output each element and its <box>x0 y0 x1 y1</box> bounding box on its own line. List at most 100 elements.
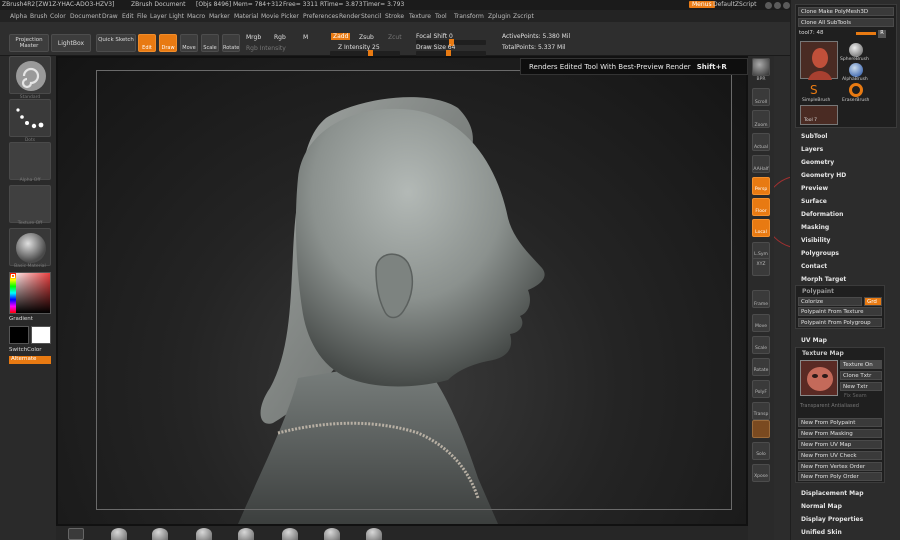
maximize-icon[interactable] <box>783 2 790 9</box>
menu-color[interactable]: Color <box>50 13 66 20</box>
menu-edit[interactable]: Edit <box>122 13 134 20</box>
clone-txtr-button[interactable]: Clone Txtr <box>840 371 882 380</box>
minimize-icon[interactable] <box>774 2 781 9</box>
main-color-swatch[interactable] <box>31 326 51 344</box>
bottom-brush-5[interactable] <box>238 528 254 540</box>
menu-light[interactable]: Light <box>169 13 184 20</box>
tool7-thumbnail[interactable] <box>800 41 838 80</box>
tray-surface[interactable]: Surface <box>801 198 827 205</box>
bottom-brush-3[interactable] <box>152 528 168 540</box>
zsub-toggle[interactable]: Zsub <box>359 34 374 41</box>
menu-macro[interactable]: Macro <box>187 13 205 20</box>
help-icon[interactable] <box>765 2 772 9</box>
polypaint-header[interactable]: Polypaint <box>802 288 834 295</box>
tray-contact[interactable]: Contact <box>801 263 827 270</box>
eraser-brush-icon[interactable] <box>849 83 863 97</box>
brush-thumbnail[interactable] <box>9 56 51 94</box>
switch-color-button[interactable]: SwitchColor <box>9 347 42 353</box>
material-thumbnail[interactable] <box>9 228 51 266</box>
new-txtr-button[interactable]: New Txtr <box>840 382 882 391</box>
menu-transform[interactable]: Transform <box>454 13 484 20</box>
menu-texture[interactable]: Texture <box>409 13 431 20</box>
sphere-brush-icon[interactable] <box>849 43 863 57</box>
menu-zscript[interactable]: Zscript <box>513 13 534 20</box>
bottom-brush-4[interactable] <box>196 528 212 540</box>
bpr-button[interactable] <box>752 58 770 76</box>
persp-button[interactable] <box>752 177 770 195</box>
new-from-uv-map-button[interactable]: New From UV Map <box>798 440 882 449</box>
alpha-brush-icon[interactable] <box>849 63 863 77</box>
solo-button[interactable] <box>752 442 770 460</box>
menu-material[interactable]: Material <box>234 13 258 20</box>
tray-unified-skin[interactable]: Unified Skin <box>801 529 842 536</box>
color-picker[interactable] <box>9 272 51 314</box>
tray-subtool[interactable]: SubTool <box>801 133 827 140</box>
menu-stroke[interactable]: Stroke <box>385 13 404 20</box>
polyf-button[interactable] <box>752 380 770 398</box>
quick-sketch-button[interactable]: Quick Sketch <box>96 34 136 52</box>
tool-slider[interactable] <box>856 32 876 35</box>
tray-geometry-hd[interactable]: Geometry HD <box>801 172 846 179</box>
tray-normal-map[interactable]: Normal Map <box>801 503 842 510</box>
grd-button[interactable]: Grd <box>864 297 882 306</box>
menu-layer[interactable]: Layer <box>150 13 167 20</box>
menu-file[interactable]: File <box>137 13 147 20</box>
menu-marker[interactable]: Marker <box>209 13 230 20</box>
stroke-thumbnail[interactable] <box>9 99 51 137</box>
menu-picker[interactable]: Picker <box>281 13 299 20</box>
bottom-brush-6[interactable] <box>282 528 298 540</box>
bottom-brush-1[interactable] <box>68 528 84 540</box>
tray-masking[interactable]: Masking <box>801 224 829 231</box>
menu-alpha[interactable]: Alpha <box>10 13 27 20</box>
menu-preferences[interactable]: Preferences <box>303 13 338 20</box>
polypaint-from-texture-button[interactable]: Polypaint From Texture <box>798 307 882 316</box>
polypaint-from-polygroup-button[interactable]: Polypaint From Polygroup <box>798 318 882 327</box>
move-view-button[interactable] <box>752 314 770 332</box>
rotate-view-button[interactable] <box>752 358 770 376</box>
zcut-toggle[interactable]: Zcut <box>388 34 402 41</box>
mrgb-toggle[interactable]: Mrgb <box>246 34 261 41</box>
bottom-brush-8[interactable] <box>366 528 382 540</box>
alternate-button[interactable]: Alternate <box>9 356 51 364</box>
menu-zplugin[interactable]: Zplugin <box>488 13 511 20</box>
rgb-toggle[interactable]: Rgb <box>274 34 286 41</box>
scale-button[interactable]: Scale <box>201 34 219 52</box>
texture-thumbnail-preview[interactable] <box>800 360 838 396</box>
rotate-button[interactable]: Rotate <box>222 34 240 52</box>
tray-displacement-map[interactable]: Displacement Map <box>801 490 864 497</box>
secondary-color-swatch[interactable] <box>9 326 29 344</box>
projection-master-button[interactable]: Projection Master <box>9 34 49 52</box>
clone-all-subtools-button[interactable]: Clone All SubTools <box>798 18 894 27</box>
tray-deformation[interactable]: Deformation <box>801 211 843 218</box>
tray-display-properties[interactable]: Display Properties <box>801 516 863 523</box>
tray-visibility[interactable]: Visibility <box>801 237 830 244</box>
tray-polygroups[interactable]: Polygroups <box>801 250 839 257</box>
xpose-button[interactable] <box>752 464 770 482</box>
colorize-button[interactable]: Colorize <box>798 297 862 306</box>
texture-thumbnail[interactable] <box>9 185 51 223</box>
move-button[interactable]: Move <box>180 34 198 52</box>
tool7-small-thumbnail[interactable]: Tool 7 <box>800 105 838 125</box>
bottom-brush-2[interactable] <box>111 528 127 540</box>
menu-tool[interactable]: Tool <box>435 13 447 20</box>
menu-render[interactable]: Render <box>339 13 360 20</box>
zadd-toggle[interactable]: Zadd <box>331 33 351 40</box>
draw-button[interactable]: Draw <box>159 34 177 52</box>
menu-brush[interactable]: Brush <box>30 13 47 20</box>
bottom-brush-7[interactable] <box>324 528 340 540</box>
ghost-button[interactable] <box>752 420 770 438</box>
r-button[interactable]: R <box>878 30 886 38</box>
fix-seam-button[interactable]: Fix Seam <box>844 393 867 399</box>
tray-morph-target[interactable]: Morph Target <box>801 276 846 283</box>
m-toggle[interactable]: M <box>303 34 308 41</box>
new-from-poly-order-button[interactable]: New From Poly Order <box>798 472 882 481</box>
new-from-masking-button[interactable]: New From Masking <box>798 429 882 438</box>
scale-view-button[interactable] <box>752 336 770 354</box>
lightbox-button[interactable]: LightBox <box>51 34 91 52</box>
transparent-antialiased-toggle[interactable]: Transparent Antialiased <box>800 403 859 409</box>
tray-preview[interactable]: Preview <box>801 185 828 192</box>
texture-map-header[interactable]: Texture Map <box>802 350 844 357</box>
edit-button[interactable]: Edit <box>138 34 156 52</box>
default-zscript-button[interactable]: DefaultZScript <box>713 1 756 8</box>
texture-on-button[interactable]: Texture On <box>840 360 882 369</box>
